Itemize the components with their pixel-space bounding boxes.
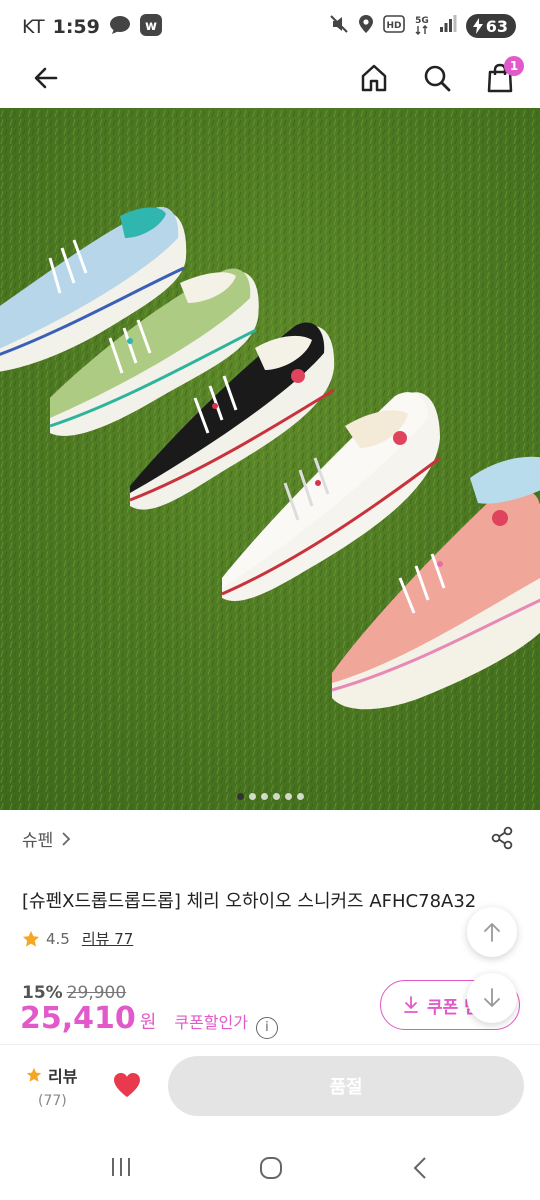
system-navigation-bar (0, 1136, 540, 1200)
back-nav-button[interactable] (412, 1156, 428, 1184)
svg-text:w: w (145, 19, 157, 34)
review-summary-button[interactable]: 리뷰 (77) (26, 1063, 77, 1109)
original-price: 29,900 (66, 983, 127, 1003)
carousel-dot[interactable] (248, 793, 256, 800)
recent-apps-button[interactable] (110, 1156, 132, 1182)
cart-count-badge: 1 (504, 56, 524, 76)
mute-icon (329, 14, 349, 38)
discount-rate: 15% (22, 983, 63, 1003)
carousel-dot[interactable] (296, 793, 304, 800)
home-icon (361, 64, 387, 92)
location-icon (358, 14, 374, 38)
sale-price: 25,410 (20, 1001, 136, 1036)
talk-icon (108, 15, 132, 39)
cart-button[interactable]: 1 (480, 56, 524, 98)
home-nav-button[interactable] (259, 1156, 283, 1184)
battery-level: 63 (485, 16, 508, 36)
share-button[interactable] (488, 824, 516, 852)
original-price-row: 15% 29,900 (22, 983, 126, 1003)
wishlist-button[interactable] (112, 1071, 146, 1101)
currency-label: 원 (139, 1012, 157, 1033)
carousel-dot[interactable] (272, 793, 280, 800)
battery-icon: 63 (465, 14, 516, 38)
hd-icon: HD (382, 15, 405, 37)
brand-name: 슈펜 (22, 831, 54, 851)
coupon-price-label: 쿠폰할인가 (174, 1013, 248, 1032)
carousel-dot[interactable] (260, 793, 268, 800)
sale-price-row: 25,410 원 쿠폰할인가 i (20, 1001, 278, 1039)
home-circle-icon (260, 1157, 282, 1179)
back-button[interactable] (26, 58, 66, 98)
carousel-indicator (0, 793, 540, 800)
share-icon (491, 826, 513, 850)
arrow-up-icon (484, 923, 500, 942)
product-photo (0, 108, 540, 810)
carousel-dot[interactable] (284, 793, 292, 800)
review-count-link[interactable]: 리뷰 77 (82, 928, 133, 949)
recent-apps-icon (112, 1158, 130, 1176)
rating-value: 4.5 (46, 929, 70, 948)
search-button[interactable] (417, 58, 457, 98)
search-icon (424, 65, 451, 92)
product-image-carousel[interactable] (0, 108, 540, 810)
carrier-label: KT (22, 16, 45, 38)
svg-text:5G: 5G (415, 16, 429, 26)
download-icon (404, 996, 418, 1013)
status-bar: KT 1:59 w HD 5G 63 (0, 0, 540, 52)
star-icon (26, 1067, 42, 1082)
chevron-right-icon (62, 831, 71, 846)
w-app-icon: w (139, 14, 162, 40)
product-title: [슈펜X드롭드롭드롭] 체리 오하이오 스니커즈 AFHC78A32 (22, 891, 477, 912)
sold-out-button[interactable]: 품절 (168, 1056, 524, 1116)
arrow-down-icon (484, 988, 500, 1007)
review-summary-label: 리뷰 (48, 1067, 78, 1086)
back-arrow-icon (34, 67, 58, 89)
scroll-bottom-button[interactable] (467, 973, 517, 1023)
star-icon (22, 930, 40, 947)
brand-link[interactable]: 슈펜 (22, 826, 71, 851)
5g-icon: 5G (414, 13, 430, 39)
heart-icon (114, 1073, 140, 1097)
home-button[interactable] (354, 58, 394, 98)
scroll-top-button[interactable] (467, 907, 517, 957)
carousel-dot[interactable] (236, 793, 244, 800)
app-header: 1 (0, 52, 540, 108)
rating-row: 4.5 리뷰 77 (22, 928, 133, 949)
bottom-purchase-bar: 리뷰 (77) 품절 (0, 1044, 540, 1136)
signal-icon (439, 15, 457, 37)
svg-text:HD: HD (386, 21, 401, 31)
review-summary-count: (77) (38, 1093, 67, 1109)
clock: 1:59 (52, 16, 100, 38)
back-chevron-icon (413, 1157, 426, 1179)
info-icon[interactable]: i (255, 1017, 278, 1039)
